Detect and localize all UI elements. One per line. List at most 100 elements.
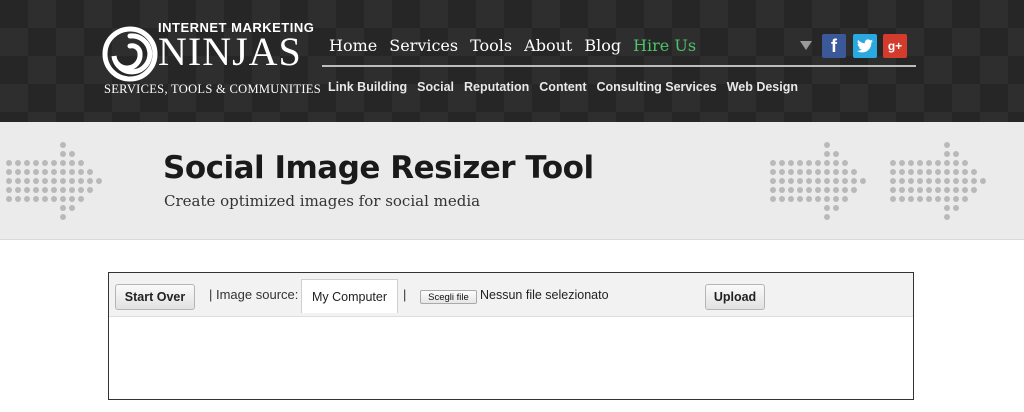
subnav-web-design[interactable]: Web Design xyxy=(727,80,798,94)
decor-dot xyxy=(797,196,803,202)
decor-dot xyxy=(953,178,959,184)
decor-dot xyxy=(78,160,84,166)
decor-dot xyxy=(890,196,896,202)
decor-dot xyxy=(842,178,848,184)
nav-blog[interactable]: Blog xyxy=(584,36,621,55)
subnav-link-building[interactable]: Link Building xyxy=(328,80,407,94)
decor-dot xyxy=(78,169,84,175)
decor-dot xyxy=(824,160,830,166)
nav-tools[interactable]: Tools xyxy=(470,36,512,55)
decor-dot xyxy=(815,169,821,175)
twitter-icon[interactable] xyxy=(853,34,877,58)
decor-dot xyxy=(815,178,821,184)
decor-dot xyxy=(87,178,93,184)
image-source-tab-my-computer[interactable]: My Computer xyxy=(301,279,398,313)
site-header: INTERNET MARKETING NINJAS SERVICES, TOOL… xyxy=(0,0,1024,122)
decor-dot xyxy=(60,151,66,157)
decor-dot xyxy=(908,178,914,184)
decor-dot xyxy=(935,169,941,175)
decor-dot xyxy=(851,178,857,184)
decor-dot xyxy=(953,169,959,175)
decor-dot xyxy=(770,196,776,202)
decor-dot xyxy=(69,169,75,175)
toolbar-separator: | xyxy=(403,287,407,302)
decor-dot xyxy=(944,205,950,211)
decor-dot xyxy=(33,169,39,175)
decor-dot xyxy=(935,160,941,166)
decor-dot xyxy=(851,169,857,175)
decor-dot xyxy=(815,196,821,202)
decor-dot xyxy=(770,160,776,166)
decor-dot xyxy=(806,160,812,166)
decor-dot xyxy=(779,160,785,166)
facebook-icon[interactable]: f xyxy=(822,34,846,58)
nav-hire-us[interactable]: Hire Us xyxy=(633,36,696,55)
decor-dot xyxy=(824,178,830,184)
decor-dot xyxy=(51,196,57,202)
file-status-text: Nessun file selezionato xyxy=(480,288,609,302)
decor-dot xyxy=(42,196,48,202)
decor-dot xyxy=(69,205,75,211)
page-title: Social Image Resizer Tool xyxy=(163,150,594,186)
decor-dot xyxy=(908,196,914,202)
decor-dot xyxy=(788,160,794,166)
decor-dot xyxy=(851,187,857,193)
decor-dot xyxy=(899,169,905,175)
decor-dot xyxy=(908,187,914,193)
decor-dot xyxy=(917,169,923,175)
decor-dot xyxy=(935,196,941,202)
decor-dot xyxy=(917,160,923,166)
resizer-tool-panel: Start Over | Image source: My Computer |… xyxy=(108,272,914,400)
decor-dot xyxy=(944,178,950,184)
decor-dot xyxy=(788,178,794,184)
decor-dot xyxy=(842,160,848,166)
decor-dot xyxy=(962,169,968,175)
tool-toolbar: Start Over | Image source: My Computer |… xyxy=(109,273,913,317)
decor-dot xyxy=(833,178,839,184)
subnav-social[interactable]: Social xyxy=(417,80,454,94)
decor-dot xyxy=(944,151,950,157)
nav-about[interactable]: About xyxy=(524,36,572,55)
subnav-reputation[interactable]: Reputation xyxy=(464,80,529,94)
image-preview-area xyxy=(109,317,913,399)
decor-dot xyxy=(935,187,941,193)
decor-dot xyxy=(770,169,776,175)
decor-dot xyxy=(69,151,75,157)
google-plus-icon[interactable]: g+ xyxy=(883,34,907,58)
decor-dot xyxy=(60,169,66,175)
decor-dot xyxy=(60,178,66,184)
decor-dot xyxy=(60,142,66,148)
subnav-content[interactable]: Content xyxy=(539,80,586,94)
decor-dot xyxy=(797,160,803,166)
decor-dot xyxy=(953,196,959,202)
decor-dot xyxy=(69,178,75,184)
image-source-label: | Image source: xyxy=(209,287,299,302)
subnav-consulting-services[interactable]: Consulting Services xyxy=(597,80,717,94)
start-over-button[interactable]: Start Over xyxy=(115,284,195,310)
decor-dot xyxy=(69,187,75,193)
decor-dot xyxy=(842,196,848,202)
decor-dot xyxy=(15,169,21,175)
decor-dot xyxy=(917,187,923,193)
decor-dot xyxy=(917,196,923,202)
decor-dot xyxy=(60,205,66,211)
decor-dot xyxy=(24,178,30,184)
decor-dot xyxy=(953,160,959,166)
dropdown-arrow-icon[interactable] xyxy=(800,41,812,50)
site-logo[interactable]: INTERNET MARKETING NINJAS SERVICES, TOOL… xyxy=(100,18,321,102)
logo-sub-text: SERVICES, TOOLS & COMMUNITIES xyxy=(104,82,321,96)
choose-file-button[interactable]: Scegli file xyxy=(420,290,477,304)
decor-dot xyxy=(51,160,57,166)
decor-dot xyxy=(935,178,941,184)
nav-home[interactable]: Home xyxy=(329,36,377,55)
decor-dot xyxy=(15,187,21,193)
upload-button[interactable]: Upload xyxy=(705,284,765,310)
decor-dot xyxy=(51,187,57,193)
decor-dot xyxy=(78,178,84,184)
decor-dot xyxy=(926,160,932,166)
nav-services[interactable]: Services xyxy=(389,36,458,55)
decor-dot xyxy=(962,178,968,184)
decor-dot xyxy=(15,160,21,166)
decor-dot xyxy=(824,142,830,148)
decor-dot xyxy=(833,187,839,193)
